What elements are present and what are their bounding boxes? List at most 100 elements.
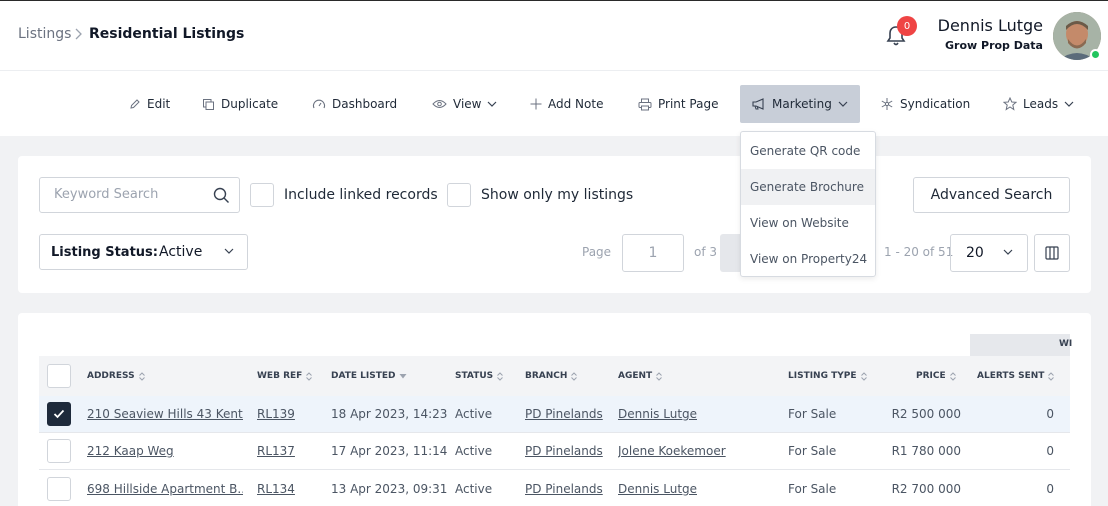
print-page-button[interactable]: Print Page [638, 85, 718, 123]
alerts-sent: 0 [1046, 482, 1054, 496]
page-title: Residential Listings [89, 26, 245, 42]
advanced-search-button[interactable]: Advanced Search [913, 177, 1070, 213]
row-checkbox[interactable] [47, 477, 71, 501]
sort-icon [1048, 371, 1055, 381]
select-all-checkbox[interactable] [47, 364, 71, 388]
printer-icon [638, 98, 652, 110]
page-label: Page [582, 245, 612, 259]
listing-type: For Sale [788, 444, 837, 458]
previous-page-button[interactable] [720, 234, 742, 272]
sort-icon [138, 371, 145, 381]
megaphone-icon [752, 98, 764, 110]
table-row[interactable]: 212 Kaap Weg RL137 17 Apr 2023, 11:14 Ac… [39, 433, 1070, 470]
col-web-ref[interactable]: WEB REF [257, 371, 313, 381]
col-address-label: ADDRESS [87, 371, 135, 381]
table-row[interactable]: 210 Seaview Hills 43 Kent... RL139 18 Ap… [39, 396, 1070, 433]
col-address[interactable]: ADDRESS [87, 371, 145, 381]
col-web-ref-label: WEB REF [257, 371, 303, 381]
dashboard-button[interactable]: Dashboard [312, 85, 397, 123]
chevron-down-icon [224, 248, 234, 254]
columns-button[interactable] [1034, 234, 1070, 272]
sort-icon [497, 371, 503, 381]
agent-link[interactable]: Dennis Lutge [618, 407, 697, 421]
chevron-down-icon [1003, 249, 1013, 255]
col-status-label: STATUS [455, 371, 494, 381]
col-branch[interactable]: BRANCH [525, 371, 578, 381]
user-name: Dennis Lutge [937, 16, 1043, 35]
view-label: View [453, 97, 482, 111]
per-page-value: 20 [966, 245, 984, 261]
column-group-header: WI [970, 334, 1073, 356]
eye-icon [432, 100, 447, 108]
online-status-dot [1090, 49, 1101, 60]
listing-status-label: Listing Status: [51, 245, 158, 260]
price: R1 780 000 [891, 444, 961, 458]
per-page-select[interactable]: 20 [950, 234, 1028, 272]
only-my-listings-checkbox[interactable] [447, 183, 471, 207]
leads-menu-button[interactable]: Leads [1003, 85, 1074, 123]
keyword-search-box [39, 177, 240, 213]
column-group-label: WI [1059, 339, 1073, 349]
menu-item-generate-brochure[interactable]: Generate Brochure [741, 169, 875, 205]
address-link[interactable]: 212 Kaap Weg [87, 444, 243, 458]
agent-link[interactable]: Jolene Koekemoer [618, 444, 726, 458]
include-linked-checkbox[interactable] [250, 183, 274, 207]
syndication-button[interactable]: Syndication [880, 85, 970, 123]
row-checkbox[interactable] [47, 402, 71, 426]
result-range-label: 1 - 20 of 51 [884, 245, 954, 259]
col-agent[interactable]: AGENT [618, 371, 663, 381]
status: Active [455, 482, 493, 496]
table-row[interactable]: 698 Hillside Apartment B... RL134 13 Apr… [39, 471, 1070, 506]
page-number-input[interactable]: 1 [622, 234, 684, 272]
duplicate-label: Duplicate [221, 97, 279, 111]
table-header: ADDRESS WEB REF DATE LISTED STATUS BRANC… [39, 356, 1070, 396]
filter-card: Include linked records Show only my list… [18, 156, 1091, 293]
duplicate-button[interactable]: Duplicate [202, 85, 278, 123]
branch-link[interactable]: PD Pinelands [525, 482, 603, 496]
menu-item-view-on-website[interactable]: View on Website [741, 205, 875, 241]
view-menu-button[interactable]: View [432, 85, 497, 123]
alerts-sent: 0 [1046, 407, 1054, 421]
row-checkbox[interactable] [47, 439, 71, 463]
col-price[interactable]: PRICE [916, 371, 956, 381]
columns-icon [1045, 246, 1059, 260]
date-listed: 17 Apr 2023, 11:14 [331, 444, 448, 458]
gauge-icon [312, 99, 326, 109]
col-alerts-sent[interactable]: ALERTS SENT [977, 371, 1055, 381]
date-listed: 13 Apr 2023, 09:31 [331, 482, 448, 496]
add-note-label: Add Note [548, 97, 604, 111]
web-ref-link[interactable]: RL139 [257, 407, 295, 421]
branch-link[interactable]: PD Pinelands [525, 407, 603, 421]
include-linked-label: Include linked records [284, 187, 438, 203]
keyword-search-input[interactable] [54, 187, 204, 202]
col-branch-label: BRANCH [525, 371, 568, 381]
sort-desc-icon [399, 374, 407, 379]
menu-item-view-on-property24[interactable]: View on Property24 [741, 241, 875, 277]
only-my-listings-label: Show only my listings [481, 187, 634, 203]
col-listing-type[interactable]: LISTING TYPE [788, 371, 867, 381]
address-link[interactable]: 698 Hillside Apartment B... [87, 482, 243, 496]
status: Active [455, 444, 493, 458]
address-link[interactable]: 210 Seaview Hills 43 Kent... [87, 407, 243, 421]
snowflake-icon [881, 98, 893, 110]
sort-icon [860, 371, 867, 381]
menu-item-generate-qr-code[interactable]: Generate QR code [741, 133, 875, 169]
search-icon[interactable] [213, 187, 230, 204]
web-ref-link[interactable]: RL137 [257, 444, 295, 458]
add-note-button[interactable]: Add Note [530, 85, 603, 123]
alerts-sent: 0 [1046, 444, 1054, 458]
marketing-dropdown-menu: Generate QR code Generate Brochure View … [740, 131, 876, 277]
web-ref-link[interactable]: RL134 [257, 482, 295, 496]
breadcrumb-listings[interactable]: Listings [18, 26, 71, 42]
branch-link[interactable]: PD Pinelands [525, 444, 603, 458]
status: Active [455, 407, 493, 421]
agent-link[interactable]: Dennis Lutge [618, 482, 697, 496]
col-status[interactable]: STATUS [455, 371, 503, 381]
sort-icon [306, 371, 313, 381]
col-date-listed[interactable]: DATE LISTED [331, 371, 407, 381]
edit-button[interactable]: Edit [129, 85, 170, 123]
top-header: Listings Residential Listings 0 Dennis L… [0, 1, 1108, 70]
chevron-down-icon [488, 101, 497, 107]
marketing-menu-button[interactable]: Marketing [740, 85, 860, 123]
listing-status-select[interactable]: Listing Status: Active [39, 234, 248, 270]
